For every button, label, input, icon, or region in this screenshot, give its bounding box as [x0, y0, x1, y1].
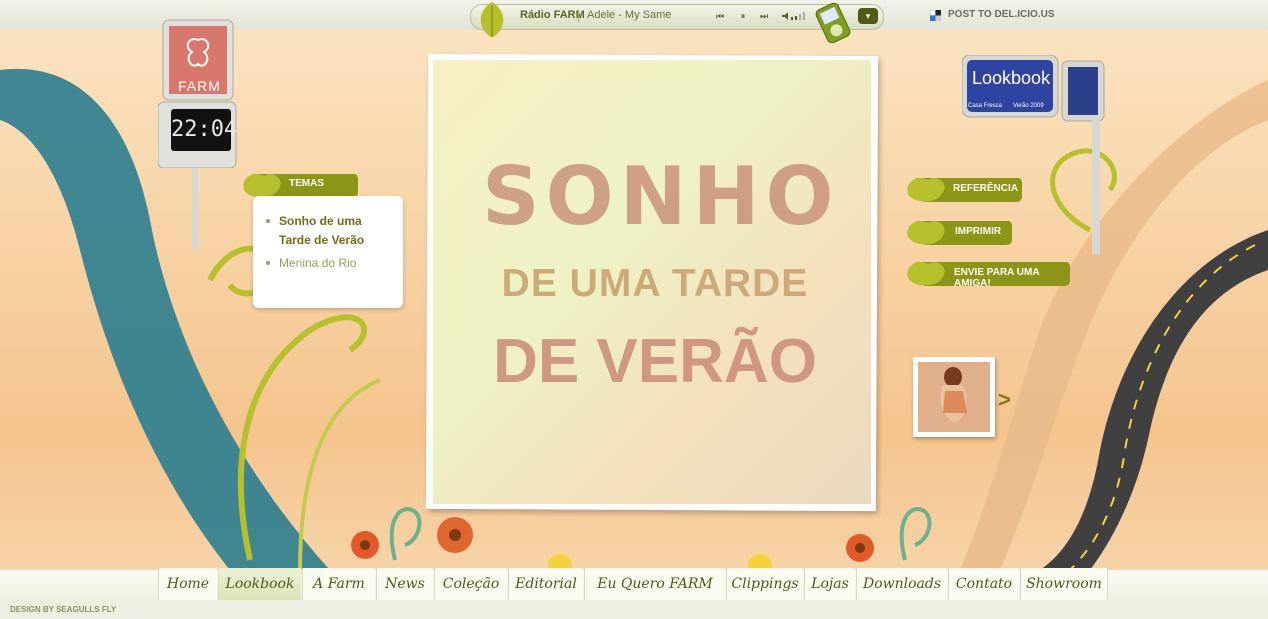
nav-editorial[interactable]: Editorial [508, 568, 583, 600]
referencia-label: REFERÊNCIA [953, 183, 1019, 194]
temas-menu: Sonho de uma Tarde de Verão Menina do Ri… [253, 196, 403, 308]
digital-clock: 22:04 [171, 109, 237, 151]
previous-track-button[interactable]: ⏮ [714, 10, 726, 22]
temas-label: TEMAS [289, 178, 324, 189]
leaf-icon [480, 2, 504, 38]
radio-divider [578, 9, 579, 22]
nav-showroom[interactable]: Showroom [1020, 568, 1108, 600]
nav-lookbook[interactable]: Lookbook [218, 568, 301, 600]
next-track-button[interactable]: ⏭ [758, 10, 770, 22]
delicious-icon[interactable] [930, 10, 941, 21]
now-playing-track: Adele - My Same [587, 9, 672, 21]
model-photo [918, 362, 990, 432]
referencia-button[interactable]: REFERÊNCIA [906, 174, 1022, 204]
nav-contato[interactable]: Contato [948, 568, 1019, 600]
hero-title-line-3: DE VERÃO [493, 327, 817, 396]
sign-pole [192, 168, 198, 248]
post-to-delicious-link[interactable]: POST TO DEL.ICIO.US [948, 9, 1055, 20]
envie-label: ENVIE PARA UMA AMIGA! [954, 267, 1040, 289]
farm-logo: FARM [178, 78, 221, 94]
volume-icon[interactable] [782, 12, 808, 20]
imprimir-label: IMPRIMIR [955, 226, 1002, 237]
nav-news[interactable]: News [376, 568, 433, 600]
imprimir-button[interactable]: IMPRIMIR [906, 217, 1012, 247]
tema-item-sonho[interactable]: Sonho de uma Tarde de Verão [266, 212, 395, 250]
tema-item-menina-do-rio[interactable]: Menina do Rio [266, 254, 395, 273]
lookbook-thumbnail[interactable] [913, 357, 995, 437]
chevron-down-icon[interactable]: ▾ [858, 8, 878, 24]
radio-title: Rádio FARM [520, 9, 585, 21]
pause-button[interactable]: ⏸ [737, 10, 749, 22]
nav-lojas[interactable]: Lojas [804, 568, 855, 600]
nav-clippings[interactable]: Clippings [726, 568, 803, 600]
nav-a-farm[interactable]: A Farm [302, 568, 375, 600]
lookbook-subtitle-left: Casa Fresca [968, 103, 1003, 109]
lookbook-subtitle-right: Verão 2009 [1013, 103, 1044, 109]
hero-title-line-1: SONHO [482, 150, 840, 243]
design-credit[interactable]: DESIGN BY SEAGULLS FLY [10, 605, 116, 614]
ipod-icon [815, 3, 851, 43]
next-arrow-icon[interactable]: > [998, 387, 1011, 413]
nav-home[interactable]: Home [158, 568, 217, 600]
envie-para-uma-amiga-button[interactable]: ENVIE PARA UMA AMIGA! [906, 258, 1070, 289]
nav-eu-quero-farm[interactable]: Eu Quero FARM [584, 568, 725, 600]
hero-title-line-2: DE UMA TARDE [501, 262, 809, 305]
footer [0, 602, 1268, 619]
nav-downloads[interactable]: Downloads [856, 568, 947, 600]
lookbook-label[interactable]: Lookbook [972, 68, 1050, 89]
nav-colecao[interactable]: Coleção [434, 568, 507, 600]
